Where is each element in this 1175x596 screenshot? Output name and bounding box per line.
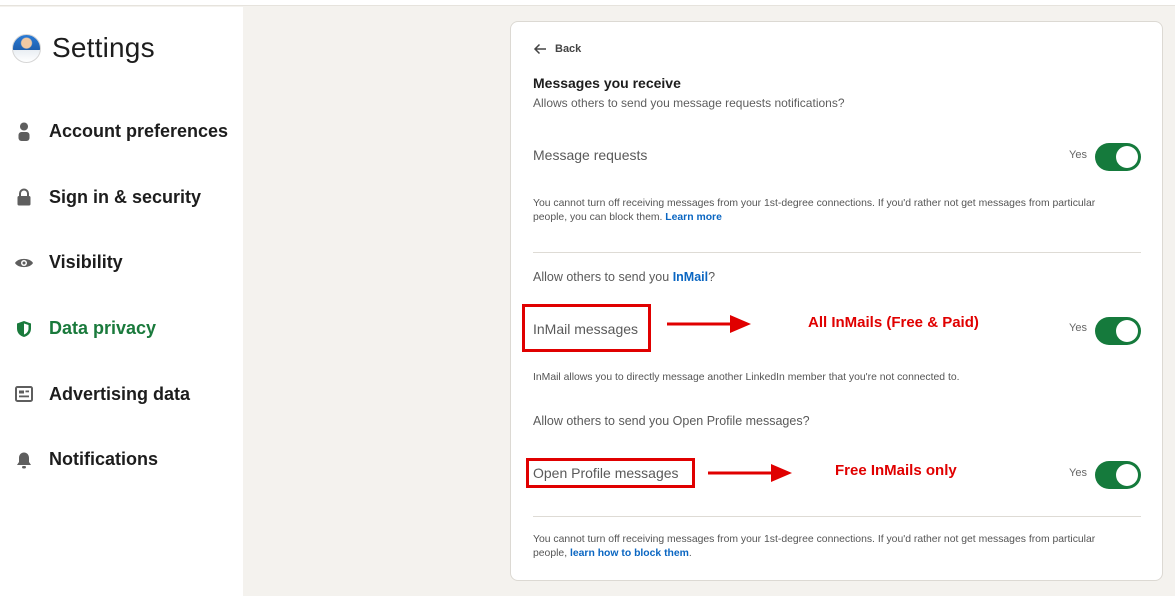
open-profile-messages-value: Yes — [1069, 467, 1087, 479]
page-title: Settings — [52, 32, 155, 63]
learn-more-link[interactable]: Learn more — [665, 212, 722, 223]
inmail-annotation: All InMails (Free & Paid) — [808, 314, 979, 331]
inmail-messages-value: Yes — [1069, 322, 1087, 334]
toggle-knob — [1116, 464, 1138, 486]
settings-sidebar: Settings Account preferences Sign in & s… — [0, 7, 243, 596]
bell-icon — [14, 450, 34, 470]
sidebar-item-notifications[interactable]: Notifications — [0, 427, 243, 493]
message-requests-value: Yes — [1069, 149, 1087, 161]
inmail-question: Allow others to send you InMail? — [533, 270, 715, 284]
back-label: Back — [555, 43, 582, 55]
note-text: You cannot turn off receiving messages f… — [533, 198, 1096, 223]
block-link[interactable]: learn how to block them — [570, 548, 689, 559]
lock-icon — [14, 187, 34, 207]
person-icon — [14, 122, 34, 142]
sidebar-item-visibility[interactable]: Visibility — [0, 230, 243, 296]
sidebar-item-account-preferences[interactable]: Account preferences — [0, 99, 243, 165]
inmail-note: InMail allows you to directly message an… — [533, 372, 960, 383]
settings-brand: Settings — [12, 32, 155, 64]
open-profile-arrow-icon — [708, 464, 792, 482]
divider — [533, 516, 1141, 517]
inmail-link[interactable]: InMail — [673, 270, 708, 284]
message-requests-label: Message requests — [533, 147, 648, 163]
sidebar-item-label: Data privacy — [49, 318, 157, 339]
sidebar-item-data-privacy[interactable]: Data privacy — [0, 296, 243, 362]
open-profile-annotation: Free InMails only — [835, 462, 957, 479]
back-button[interactable]: Back — [533, 42, 581, 56]
settings-nav: Account preferences Sign in & security V… — [0, 99, 243, 493]
sidebar-item-label: Account preferences — [49, 121, 229, 142]
inmail-highlight-box — [522, 304, 651, 352]
top-bar — [0, 0, 1175, 6]
section-subtitle: Allows others to send you message reques… — [533, 96, 845, 110]
messages-settings-card: Back Messages you receive Allows others … — [510, 21, 1163, 581]
open-profile-question: Allow others to send you Open Profile me… — [533, 414, 810, 428]
sidebar-item-sign-in-security[interactable]: Sign in & security — [0, 165, 243, 231]
sidebar-item-label: Advertising data — [49, 383, 191, 404]
note-suffix: . — [688, 548, 692, 559]
toggle-knob — [1116, 146, 1138, 168]
divider — [533, 252, 1141, 253]
inmail-messages-toggle[interactable] — [1095, 317, 1141, 345]
arrow-left-icon — [533, 42, 547, 56]
toggle-knob — [1116, 320, 1138, 342]
eye-icon — [14, 253, 34, 273]
sidebar-item-advertising-data[interactable]: Advertising data — [0, 361, 243, 427]
sidebar-item-label: Sign in & security — [49, 186, 202, 207]
sidebar-item-label: Notifications — [49, 449, 159, 470]
message-requests-note: You cannot turn off receiving messages f… — [533, 197, 1123, 225]
inmail-arrow-icon — [667, 315, 751, 333]
section-title: Messages you receive — [533, 75, 681, 91]
question-suffix: ? — [708, 270, 716, 284]
open-profile-messages-toggle[interactable] — [1095, 461, 1141, 489]
question-text: Allow others to send you — [533, 270, 670, 284]
open-profile-note: You cannot turn off receiving messages f… — [533, 533, 1123, 561]
open-profile-highlight-box — [526, 458, 695, 488]
message-requests-toggle[interactable] — [1095, 143, 1141, 171]
avatar[interactable] — [12, 33, 41, 63]
newspaper-icon — [14, 384, 34, 404]
shield-icon — [14, 319, 34, 339]
sidebar-item-label: Visibility — [49, 252, 123, 273]
